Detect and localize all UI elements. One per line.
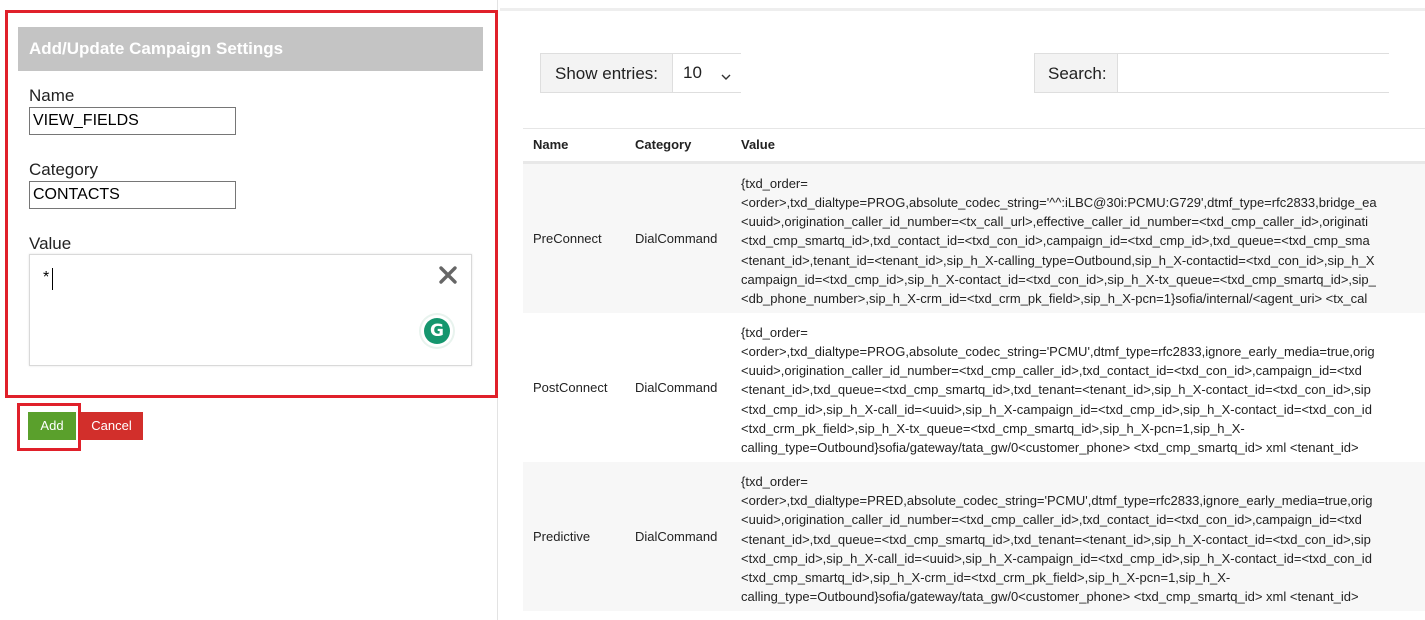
value-line: <txd_crm_pk_field>,sip_h_X-tx_queue=<txd… (741, 421, 1245, 437)
value-line: <order>,txd_dialtype=PRED,absolute_codec… (741, 492, 1373, 508)
entries-per-page-value: 10 (683, 63, 702, 82)
value-line: <order>,txd_dialtype=PROG,absolute_codec… (741, 343, 1375, 359)
value-line: <order>,txd_dialtype=PROG,absolute_codec… (741, 194, 1377, 210)
cell-category: DialCommand (625, 312, 731, 462)
table-row[interactable]: Predictive DialCommand {txd_order= <orde… (523, 461, 1425, 611)
value-line: <uuid>,origination_caller_id_number=<txd… (741, 512, 1362, 528)
value-line: <uuid>,origination_caller_id_number=<tx_… (741, 214, 1369, 230)
value-line: {txd_order= (741, 473, 808, 489)
chevron-down-icon (721, 68, 731, 80)
text-caret (52, 268, 53, 290)
settings-table-container: Name Category Value PreConnect DialComma… (523, 128, 1425, 620)
panel-header: Add/Update Campaign Settings (18, 27, 483, 71)
value-line: {txd_order= (741, 324, 808, 340)
value-line: calling_type=Outbound}sofia/gateway/tata… (741, 440, 1359, 456)
value-line: <uuid>,origination_caller_id_number=<txd… (741, 363, 1362, 379)
value-line: {txd_order= (741, 175, 808, 191)
value-line: <tenant_id>,txd_queue=<txd_cmp_smartq_id… (741, 382, 1371, 398)
value-textarea[interactable]: * G (29, 254, 472, 366)
show-entries-label: Show entries: (555, 64, 658, 83)
entries-per-page-select[interactable]: 10 (672, 54, 741, 92)
cell-category: DialCommand (625, 461, 731, 611)
value-line: <tenant_id>,txd_queue=<txd_cmp_smartq_id… (741, 531, 1371, 547)
cell-value: {txd_order= <order>,txd_dialtype=PROG,ab… (731, 162, 1425, 313)
value-line: <tenant_id>,tenant_id=<tenant_id>,sip_h_… (741, 252, 1375, 268)
category-field[interactable]: CONTACTS (29, 181, 236, 209)
table-row[interactable]: PreConnect DialCommand {txd_order= <orde… (523, 162, 1425, 313)
show-entries-control: Show entries: 10 (540, 53, 741, 93)
value-line: calling_type=Outbound}sofia/gateway/tata… (741, 589, 1359, 605)
table-row[interactable]: PostConnect DialCommand {txd_order= <ord… (523, 312, 1425, 462)
search-label: Search: (1048, 64, 1107, 83)
cell-value: {txd_order= <order>,txd_dialtype=PRED,ab… (731, 461, 1425, 611)
value-line: campaign_id=<txd_cmp_id>,sip_h_X-contact… (741, 271, 1376, 287)
name-field[interactable]: VIEW_FIELDS (29, 107, 236, 135)
column-header-name[interactable]: Name (523, 129, 625, 164)
value-line: <db_phone_number>,sip_h_X-crm_id=<txd_cr… (741, 291, 1368, 307)
value-label: Value (29, 234, 72, 253)
add-button[interactable]: Add (28, 412, 76, 440)
value-line: <txd_cmp_id>,sip_h_X-call_id=<uuid>,sip_… (741, 550, 1372, 566)
cell-value: {txd_order= <order>,txd_dialtype=PROG,ab… (731, 312, 1425, 462)
cancel-button[interactable]: Cancel (80, 412, 143, 440)
value-text: * (43, 269, 50, 286)
search-control: Search: (1034, 53, 1389, 93)
cell-name: PreConnect (523, 162, 625, 313)
column-header-category[interactable]: Category (625, 129, 731, 164)
cell-category: DialCommand (625, 162, 731, 313)
value-line: <txd_cmp_smartq_id>,txd_contact_id=<txd_… (741, 233, 1370, 249)
settings-table: Name Category Value PreConnect DialComma… (523, 129, 1425, 611)
search-input[interactable] (1117, 54, 1389, 92)
category-label: Category (29, 160, 98, 179)
campaign-settings-panel: Add/Update Campaign Settings Name VIEW_F… (0, 0, 498, 620)
cell-name: Predictive (523, 461, 625, 611)
cell-name: PostConnect (523, 312, 625, 462)
value-line: <txd_cmp_smartq_id>,sip_h_X-crm_id=<txd_… (741, 570, 1231, 586)
name-label: Name (29, 86, 75, 105)
close-icon[interactable] (437, 264, 459, 286)
top-divider (500, 8, 1425, 11)
grammarly-icon[interactable]: G (421, 315, 453, 347)
column-header-value[interactable]: Value (731, 129, 1425, 164)
value-line: <txd_cmp_id>,sip_h_X-call_id=<uuid>,sip_… (741, 401, 1372, 417)
